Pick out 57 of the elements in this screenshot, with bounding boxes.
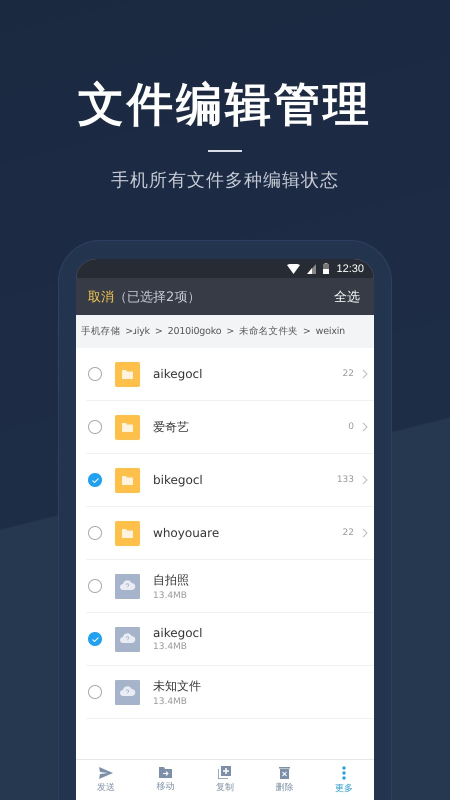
toolbar-button[interactable]: 复制 bbox=[195, 760, 255, 800]
file-name[interactable]: 未知文件 bbox=[153, 678, 368, 694]
select-checkbox[interactable] bbox=[88, 473, 102, 487]
folder-arrow-icon bbox=[158, 767, 172, 778]
select-all-link[interactable]: 全选 bbox=[334, 288, 360, 306]
checkmark-icon bbox=[92, 478, 98, 482]
clock: 12:30 bbox=[336, 262, 364, 274]
select-checkbox[interactable] bbox=[88, 579, 102, 593]
more-icon bbox=[342, 766, 346, 780]
select-checkbox[interactable] bbox=[88, 367, 102, 381]
breadcrumb-item[interactable]: weixin bbox=[316, 326, 346, 337]
send-icon bbox=[98, 766, 113, 778]
cancel-link[interactable]: 取消 bbox=[88, 288, 114, 306]
breadcrumb-item[interactable]: >ɹiyk bbox=[125, 326, 150, 337]
file-name[interactable]: 爱奇艺 bbox=[153, 418, 348, 436]
headline: 文件编辑管理 bbox=[78, 76, 372, 133]
select-checkbox[interactable] bbox=[88, 685, 102, 699]
item-count: 0 bbox=[348, 422, 354, 432]
file-size: 13.4MB bbox=[153, 696, 188, 706]
breadcrumb-item[interactable]: > bbox=[302, 326, 311, 337]
chevron-icon bbox=[362, 528, 368, 538]
subtitle: 手机所有文件多种编辑状态 bbox=[111, 169, 339, 192]
cloud-icon bbox=[115, 680, 140, 704]
file-size: 13.4MB bbox=[153, 590, 188, 600]
folder-icon bbox=[115, 414, 140, 440]
item-count: 22 bbox=[342, 369, 354, 379]
folder-icon bbox=[115, 520, 140, 546]
breadcrumb-item[interactable]: 未命名文件夹 bbox=[239, 325, 298, 338]
file-name[interactable]: bikegocl bbox=[153, 473, 337, 487]
signal-icon bbox=[307, 264, 316, 274]
file-size: 13.4MB bbox=[153, 642, 188, 652]
file-name[interactable]: aikegocl bbox=[153, 367, 343, 381]
chevron-icon bbox=[362, 369, 368, 379]
cloud-icon bbox=[115, 574, 140, 598]
file-name[interactable]: whoyouare bbox=[153, 526, 343, 540]
item-count: 22 bbox=[342, 528, 354, 538]
file-name[interactable]: aikegocl bbox=[153, 626, 368, 640]
breadcrumb-item[interactable]: > bbox=[154, 326, 163, 337]
folder-icon bbox=[115, 362, 140, 386]
cloud-icon bbox=[115, 626, 140, 652]
item-count: 133 bbox=[336, 475, 354, 485]
battery-icon bbox=[323, 263, 330, 274]
select-checkbox[interactable] bbox=[88, 420, 102, 434]
select-checkbox[interactable] bbox=[88, 526, 102, 540]
breadcrumb-item[interactable]: 2010i0goko bbox=[168, 326, 222, 337]
wifi-icon bbox=[287, 264, 300, 274]
copy-icon bbox=[218, 766, 232, 779]
select-checkbox[interactable] bbox=[88, 632, 102, 646]
checkmark-icon bbox=[92, 636, 98, 642]
chevron-icon bbox=[362, 422, 368, 432]
folder-icon bbox=[115, 468, 140, 492]
breadcrumb-item[interactable]: > bbox=[226, 326, 234, 337]
chevron-icon bbox=[362, 475, 368, 485]
trash-icon bbox=[279, 766, 290, 779]
file-name[interactable]: 自拍照 bbox=[153, 572, 368, 588]
breadcrumb-item[interactable]: 手机存储 bbox=[81, 325, 120, 338]
selection-count: （已选择2项） bbox=[114, 288, 202, 306]
